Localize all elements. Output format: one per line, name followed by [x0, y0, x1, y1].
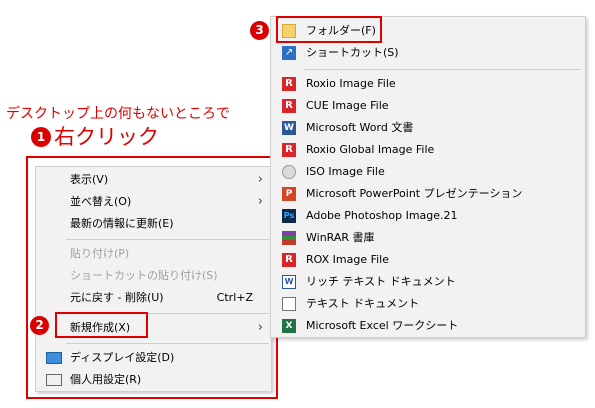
submenu-separator — [303, 69, 581, 70]
step1-label: 1 右クリック — [31, 124, 159, 150]
instruction-text: デスクトップ上の何もないところで — [6, 106, 230, 122]
submenu-item-photoshop[interactable]: Ps Adobe Photoshop Image.21 — [271, 205, 585, 227]
submenu-item-rich-text[interactable]: W リッチ テキスト ドキュメント — [271, 271, 585, 293]
personalize-icon — [46, 374, 62, 386]
submenu-item-text-document[interactable]: テキスト ドキュメント — [271, 293, 585, 315]
iso-icon — [282, 165, 296, 179]
chevron-right-icon: › — [257, 194, 263, 209]
submenu-item-roxio-global[interactable]: R Roxio Global Image File — [271, 139, 585, 161]
shortcut-text: Ctrl+Z — [216, 291, 253, 304]
submenu-item-roxio-image[interactable]: R Roxio Image File — [271, 73, 585, 95]
powerpoint-icon: P — [282, 187, 296, 201]
roxio-icon: R — [282, 99, 296, 113]
submenu-item-excel[interactable]: X Microsoft Excel ワークシート — [271, 315, 585, 337]
menu-separator — [66, 239, 269, 240]
submenu-item-rox-image[interactable]: R ROX Image File — [271, 249, 585, 271]
word-icon: W — [282, 121, 296, 135]
menu-separator — [66, 343, 269, 344]
roxio-icon: R — [282, 253, 296, 267]
right-click-text: 右クリック — [54, 125, 159, 149]
roxio-icon: R — [282, 77, 296, 91]
rich-text-icon: W — [282, 275, 296, 289]
menu-item-sort[interactable]: 並べ替え(O) › — [36, 191, 271, 213]
shortcut-icon: ↗ — [282, 46, 296, 60]
text-document-icon — [282, 297, 296, 311]
excel-icon: X — [282, 319, 296, 333]
menu-item-refresh[interactable]: 最新の情報に更新(E) — [36, 213, 271, 235]
folder-item-highlight — [276, 16, 382, 43]
winrar-icon — [282, 231, 296, 245]
step1-badge: 1 — [31, 127, 51, 147]
chevron-right-icon: › — [257, 172, 263, 187]
photoshop-icon: Ps — [282, 209, 296, 223]
roxio-icon: R — [282, 143, 296, 157]
new-submenu: フォルダー(F) ↗ ショートカット(S) R Roxio Image File… — [270, 16, 586, 338]
submenu-item-shortcut[interactable]: ↗ ショートカット(S) — [271, 42, 585, 64]
menu-item-display-settings[interactable]: ディスプレイ設定(D) — [36, 347, 271, 369]
submenu-item-cue-image[interactable]: R CUE Image File — [271, 95, 585, 117]
menu-item-paste-shortcut[interactable]: ショートカットの貼り付け(S) — [36, 265, 271, 287]
chevron-right-icon: › — [257, 320, 263, 335]
desktop-context-menu: 表示(V) › 並べ替え(O) › 最新の情報に更新(E) 貼り付け(P) ショ… — [35, 166, 272, 392]
submenu-item-iso[interactable]: ISO Image File — [271, 161, 585, 183]
menu-item-view[interactable]: 表示(V) › — [36, 169, 271, 191]
display-icon — [46, 352, 62, 364]
menu-item-undo-delete[interactable]: 元に戻す - 削除(U) Ctrl+Z — [36, 287, 271, 309]
submenu-item-powerpoint[interactable]: P Microsoft PowerPoint プレゼンテーション — [271, 183, 585, 205]
submenu-item-word[interactable]: W Microsoft Word 文書 — [271, 117, 585, 139]
step3-badge: 3 — [250, 21, 269, 40]
step2-badge: 2 — [30, 316, 49, 335]
menu-item-paste[interactable]: 貼り付け(P) — [36, 243, 271, 265]
submenu-item-winrar[interactable]: WinRAR 書庫 — [271, 227, 585, 249]
new-item-highlight — [55, 312, 148, 338]
menu-item-personalize[interactable]: 個人用設定(R) — [36, 369, 271, 391]
